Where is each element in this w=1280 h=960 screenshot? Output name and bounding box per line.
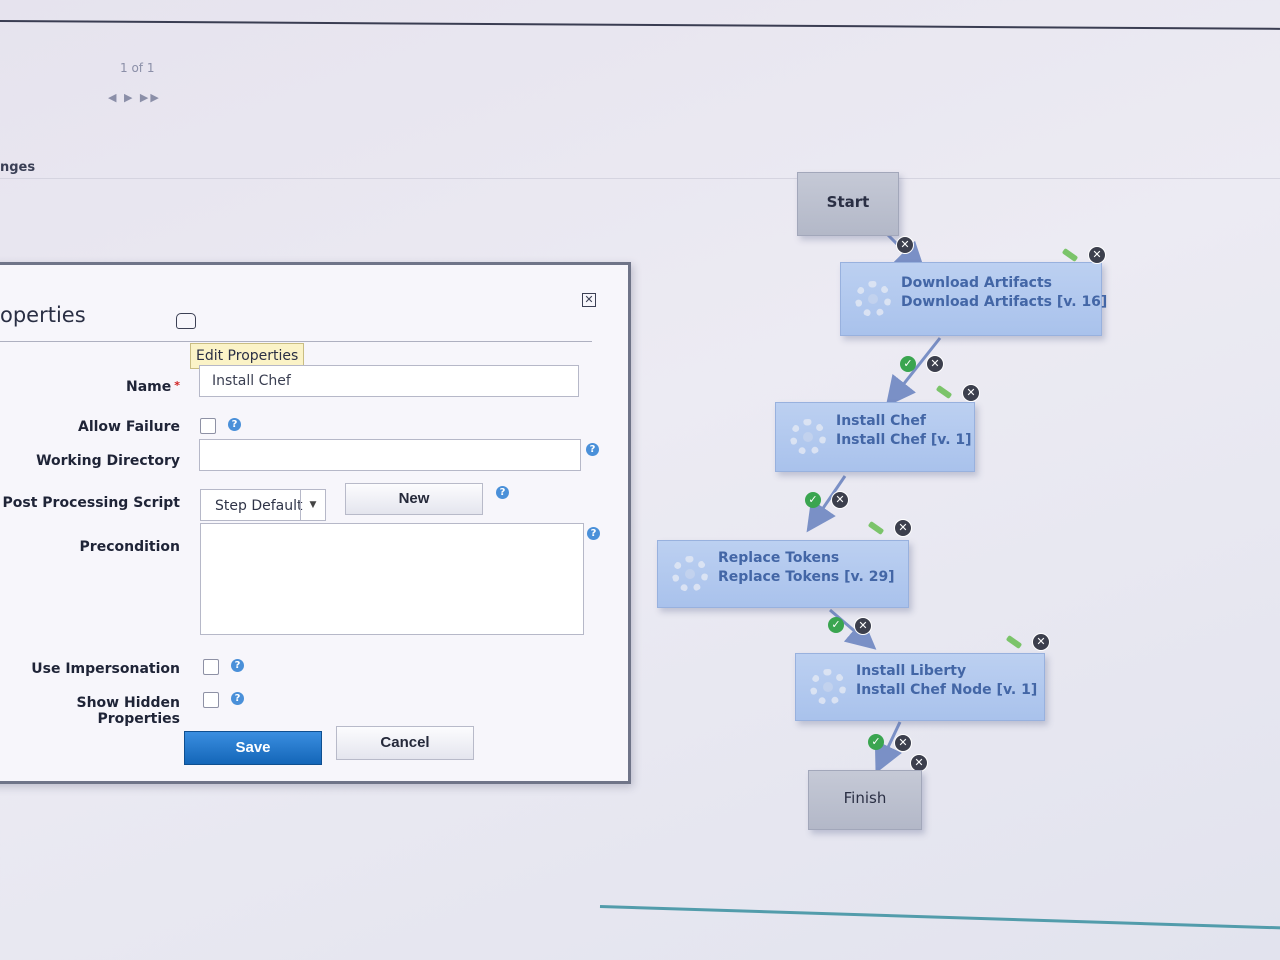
step-subtitle: Replace Tokens [v. 29] [718,569,895,585]
delete-connection-icon[interactable]: ✕ [831,491,849,509]
workflow-step-install-liberty[interactable]: Install Liberty Install Chef Node [v. 1] [795,653,1045,721]
success-check-icon: ✓ [828,617,844,633]
delete-step-icon[interactable]: ✕ [962,384,980,402]
success-check-icon: ✓ [805,492,821,508]
delete-connection-icon[interactable]: ✕ [926,355,944,373]
success-check-icon: ✓ [900,356,916,372]
step-title: Replace Tokens [718,550,840,566]
success-check-icon: ✓ [868,734,884,750]
gear-icon [855,281,891,317]
workflow-connectors [806,230,942,774]
workflow-step-download-artifacts[interactable]: Download Artifacts Download Artifacts [v… [840,262,1107,336]
workflow-start-node[interactable]: Start [797,172,899,236]
step-title: Install Liberty [856,663,967,679]
delete-connection-icon[interactable]: ✕ [894,734,912,752]
delete-connection-icon[interactable]: ✕ [854,617,872,635]
workflow-step-install-chef[interactable]: Install Chef Install Chef [v. 1] [775,402,975,472]
delete-connection-icon[interactable]: ✕ [896,236,914,254]
gear-icon [672,556,708,592]
workflow-step-replace-tokens[interactable]: Replace Tokens Replace Tokens [v. 29] [657,540,909,608]
delete-step-icon[interactable]: ✕ [894,519,912,537]
step-subtitle: Install Chef Node [v. 1] [856,682,1038,698]
gear-icon [810,669,846,705]
delete-step-icon[interactable]: ✕ [1088,246,1106,264]
gear-icon [790,419,826,455]
step-title: Download Artifacts [901,275,1052,291]
step-subtitle: Install Chef [v. 1] [836,432,972,448]
workflow-finish-node[interactable]: Finish [808,770,922,830]
step-subtitle: Download Artifacts [v. 16] [901,294,1108,310]
delete-step-icon[interactable]: ✕ [1032,633,1050,651]
step-title: Install Chef [836,413,926,429]
